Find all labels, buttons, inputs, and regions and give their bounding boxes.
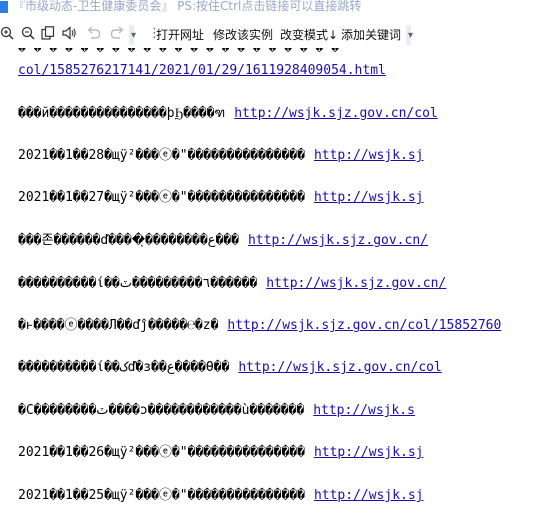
redo-icon[interactable] bbox=[110, 26, 125, 42]
link[interactable]: http://wsjk.sj bbox=[314, 190, 424, 205]
link[interactable]: http://wsjk.sjz.gov.cn/ bbox=[248, 233, 428, 248]
garbled-text: �ͱ����ⓔ����Л��ďĵ�����℮�z� bbox=[18, 318, 219, 333]
list-item: 2021��1��28�щÿ²���ⓔ�"��������������� http… bbox=[18, 148, 424, 164]
garbled-text: ���й���������������þϦ����ฑ bbox=[18, 106, 226, 121]
garbled-text: �С��������ٽ����ɔ������������ù������� bbox=[18, 403, 305, 418]
copy-icon[interactable] bbox=[41, 26, 55, 42]
add-keyword-button[interactable]: 添加关键词 bbox=[341, 27, 401, 43]
link[interactable]: http://wsjk.sjz.gov.cn/col/15852760 bbox=[227, 318, 501, 333]
link[interactable]: http://wsjk.sjz.gov.cn/col bbox=[234, 106, 438, 121]
edit-instance-button[interactable]: 修改该实例 bbox=[213, 27, 273, 43]
list-item: 2021��1��25�щÿ²���ⓔ�"��������������� http… bbox=[18, 488, 424, 504]
list-item: 2021��1��26�щÿ²���ⓔ�"��������������� http… bbox=[18, 445, 424, 461]
list-item: ���й���������������þϦ����ฑ http://wsjk.sj… bbox=[18, 106, 438, 122]
list-item: ���존������ď����ͅ��������ع��� http://wsjk.… bbox=[18, 233, 428, 249]
title-bar: 『市级动态-卫生健康委员会』 PS:按住Ctrl点击链接可以直接跳转 bbox=[0, 0, 545, 16]
window-title: 『市级动态-卫生健康委员会』 PS:按住Ctrl点击链接可以直接跳转 bbox=[13, 0, 362, 13]
garbled-text: 2021��1��25�щÿ²���ⓔ�"��������������� bbox=[18, 488, 305, 503]
list-item: 2021��1��27�щÿ²���ⓔ�"��������������� http… bbox=[18, 190, 424, 206]
list-item: ����������ί��کď�з��ع����Ɵ�� http://wsjk.s… bbox=[18, 360, 442, 376]
garbled-text: ����������ί��٦���������ٽ������ bbox=[18, 276, 258, 291]
undo-icon[interactable] bbox=[86, 26, 101, 42]
clipped-text-line: � � � � � � � � � � � � � � � � � � � � … bbox=[18, 48, 339, 55]
zoom-in-icon[interactable] bbox=[0, 26, 14, 42]
list-item: ����������ί��٦���������ٽ������ http://wsj… bbox=[18, 276, 446, 292]
garbled-text: 2021��1��28�щÿ²���ⓔ�"��������������� bbox=[18, 148, 305, 163]
speaker-icon[interactable] bbox=[62, 26, 77, 42]
app-icon bbox=[0, 1, 8, 13]
change-mode-button[interactable]: 改变模式↓ bbox=[280, 27, 338, 43]
link[interactable]: http://wsjk.sjz.gov.cn/ bbox=[266, 276, 446, 291]
list-item: �С��������ٽ����ɔ������������ù������� http… bbox=[18, 403, 415, 419]
link[interactable]: http://wsjk.sj bbox=[314, 488, 424, 503]
open-url-button[interactable]: 打开网址 bbox=[156, 27, 204, 43]
link[interactable]: http://wsjk.s bbox=[313, 403, 415, 418]
garbled-text: ����������ί��کď�з��ع����Ɵ�� bbox=[18, 360, 230, 375]
chevron-down-icon[interactable]: ▾ bbox=[131, 30, 136, 41]
garbled-text: ���존������ď����ͅ��������ع��� bbox=[18, 233, 239, 248]
link[interactable]: col/1585276217141/2021/01/29/16119284090… bbox=[18, 63, 386, 78]
garbled-text: 2021��1��26�щÿ²���ⓔ�"��������������� bbox=[18, 445, 305, 460]
zoom-out-icon[interactable] bbox=[21, 26, 35, 42]
toolbar: ▾ ⋮ 打开网址 修改该实例 改变模式↓ 添加关键词 ▾ bbox=[0, 22, 545, 48]
list-item: �ͱ����ⓔ����Л��ďĵ�����℮�z� http://wsjk.sjz… bbox=[18, 318, 501, 334]
chevron-down-icon[interactable]: ▾ bbox=[408, 30, 413, 41]
link[interactable]: http://wsjk.sj bbox=[314, 148, 424, 163]
content-area: � � � � � � � � � � � � � � � � � � � � … bbox=[0, 48, 545, 521]
link[interactable]: http://wsjk.sj bbox=[314, 445, 424, 460]
garbled-text: 2021��1��27�щÿ²���ⓔ�"��������������� bbox=[18, 190, 305, 205]
link[interactable]: http://wsjk.sjz.gov.cn/col bbox=[238, 360, 442, 375]
